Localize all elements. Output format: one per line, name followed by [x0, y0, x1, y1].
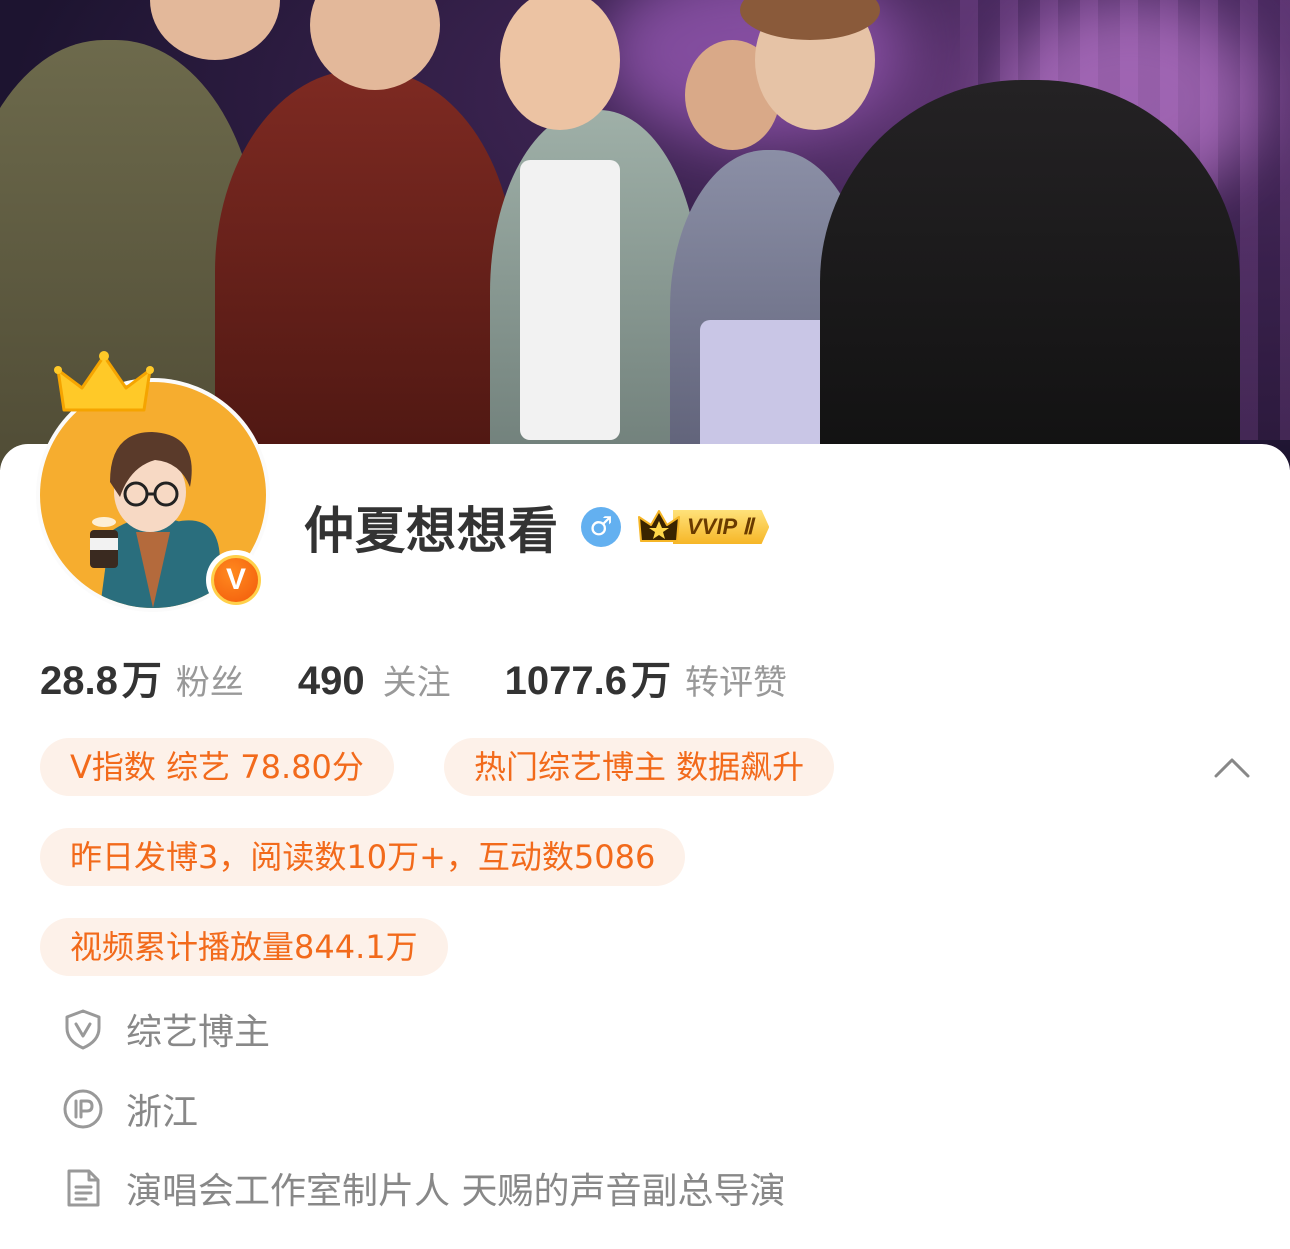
- profile-page: V 仲夏想想看 ♂ VVIP Ⅱ 28.8 万 粉丝 490 关注 1077.6…: [0, 0, 1290, 1249]
- document-icon: [67, 1169, 100, 1207]
- person-figure: [820, 80, 1240, 470]
- stat-value: 490: [297, 659, 365, 703]
- male-icon: ♂: [581, 507, 621, 547]
- stat-label: 关注: [382, 663, 451, 703]
- avatar-container[interactable]: V: [36, 351, 270, 612]
- tag-video-plays[interactable]: 视频累计播放量844.1万: [40, 918, 448, 976]
- tag-hot-blogger[interactable]: 热门综艺博主 数据飙升: [444, 738, 835, 796]
- name-row: 仲夏想想看 ♂ VVIP Ⅱ: [304, 492, 770, 562]
- ip-location-text: 浙江: [126, 1092, 199, 1133]
- stat-label: 转评赞: [684, 663, 787, 703]
- stat-following[interactable]: 490 关注: [298, 655, 451, 704]
- info-row-bio: 演唱会工作室制片人 天赐的声音副总导演: [62, 1163, 785, 1213]
- chevron-up-icon[interactable]: [1212, 752, 1252, 782]
- info-row-category: 综艺博主: [62, 1004, 270, 1054]
- stat-followers[interactable]: 28.8 万 粉丝: [40, 648, 244, 706]
- category-text: 综艺博主: [126, 1012, 271, 1053]
- crown-icon: [54, 351, 154, 412]
- stat-unit: 万: [121, 658, 162, 704]
- vip-crown-icon: [638, 510, 680, 542]
- stat-value: 1077.6: [504, 659, 627, 703]
- person-shirt: [520, 160, 620, 440]
- stats-bar: 28.8 万 粉丝 490 关注 1077.6 万 转评赞: [40, 648, 841, 706]
- tag-v-index[interactable]: V指数 综艺 78.80分: [40, 738, 394, 796]
- verified-mark: V: [211, 555, 261, 605]
- stat-engagement[interactable]: 1077.6 万 转评赞: [505, 648, 787, 706]
- stat-label: 粉丝: [175, 663, 244, 703]
- tag-yesterday-stats[interactable]: 昨日发博3，阅读数10万+，互动数5086: [40, 828, 686, 886]
- person-head: [150, 0, 280, 60]
- info-row-ip: 浙江: [62, 1084, 198, 1134]
- shield-v-icon: [65, 1009, 101, 1050]
- verified-badge-icon: V: [206, 550, 266, 610]
- vip-badge[interactable]: VVIP Ⅱ: [637, 505, 770, 549]
- stat-unit: 万: [630, 658, 671, 704]
- vip-level-label: VVIP Ⅱ: [673, 510, 770, 544]
- user-name: 仲夏想想看: [304, 502, 559, 560]
- ip-icon: [63, 1089, 103, 1129]
- bio-text: 演唱会工作室制片人 天赐的声音副总导演: [126, 1171, 786, 1212]
- stat-value: 28.8: [40, 659, 118, 703]
